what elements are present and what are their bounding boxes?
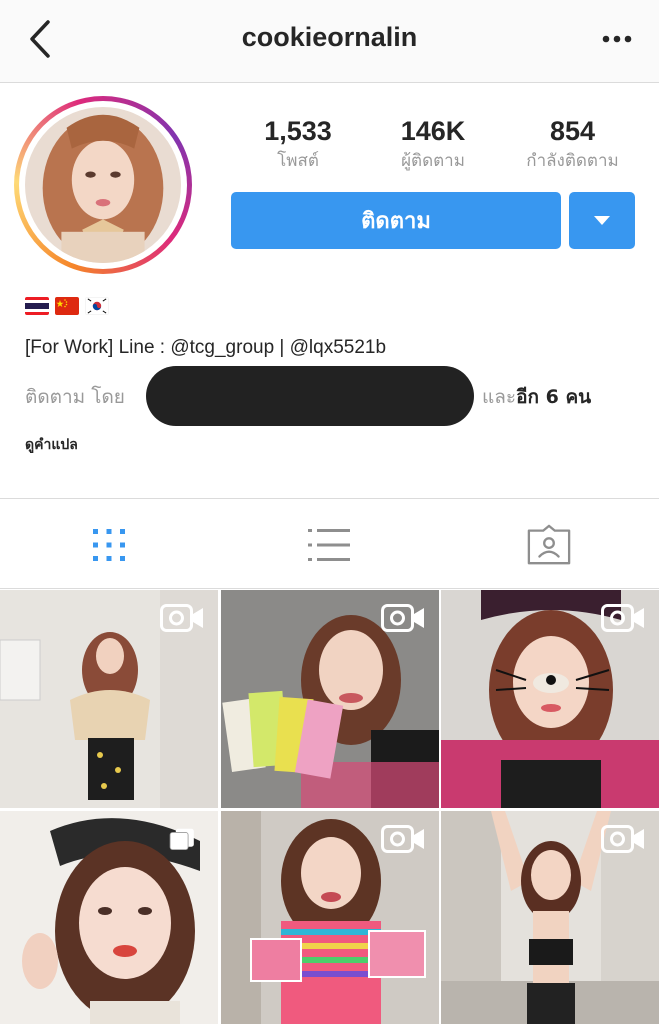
profile-tabs [0, 498, 659, 589]
follow-button[interactable]: ติดตาม [231, 192, 561, 249]
caret-down-icon [594, 216, 610, 225]
tab-list[interactable] [306, 524, 352, 566]
followers-stat[interactable]: 146K ผู้ติดตาม [383, 116, 483, 174]
followers-label: ผู้ติดตาม [401, 151, 465, 171]
story-ring[interactable] [14, 96, 192, 274]
post-thumbnail-3[interactable] [441, 590, 659, 808]
bio-text: [For Work] Line : @tcg_group | @lqx5521b [25, 337, 387, 358]
posts-grid [0, 590, 659, 1024]
grid-icon [93, 529, 125, 561]
followed-by-count: อีก 6 คน [516, 386, 592, 408]
followers-count: 146K [400, 116, 466, 146]
thailand-flag-icon [25, 297, 49, 315]
posts-label: โพสต์ [277, 151, 319, 171]
following-stat[interactable]: 854 กำลังติดตาม [510, 116, 635, 174]
south-korea-flag-icon [85, 297, 109, 315]
followed-by-more[interactable]: และอีก 6 คน [482, 382, 591, 412]
profile-username: cookieornalin [241, 22, 418, 52]
posts-count: 1,533 [264, 116, 332, 146]
video-icon [160, 604, 203, 632]
post-thumbnail-6[interactable] [441, 811, 659, 1024]
posts-stat: 1,533 โพสต์ [248, 116, 348, 174]
following-count: 854 [549, 116, 596, 146]
suggestions-dropdown-button[interactable] [569, 192, 635, 249]
video-icon [381, 825, 424, 853]
video-icon [381, 604, 424, 632]
avatar [25, 107, 181, 263]
post-thumbnail-5[interactable] [221, 811, 439, 1024]
avatar-frame [19, 101, 187, 269]
china-flag-icon [55, 297, 79, 315]
video-icon [601, 825, 644, 853]
post-thumbnail-1[interactable] [0, 590, 218, 808]
followed-by-prefix: ติดตาม โดย [25, 386, 125, 408]
post-thumbnail-4[interactable] [0, 811, 218, 1024]
tab-grid[interactable] [86, 524, 132, 566]
video-icon [601, 604, 644, 632]
redacted-follower-names [146, 366, 474, 426]
tab-tagged[interactable] [526, 524, 572, 566]
carousel-icon [169, 828, 194, 851]
more-horizontal-icon [602, 35, 632, 43]
following-label: กำลังติดตาม [526, 151, 619, 171]
more-options-button[interactable] [597, 24, 637, 54]
top-bar: cookieornalin [0, 0, 659, 83]
see-translation-link[interactable]: ดูคำแปล [25, 434, 78, 456]
tagged-user-icon [527, 524, 571, 565]
followed-by-and: และ [482, 386, 517, 408]
post-thumbnail-2[interactable] [221, 590, 439, 808]
bio-flags [25, 297, 109, 315]
avatar-image [25, 107, 181, 263]
list-icon [308, 529, 350, 561]
